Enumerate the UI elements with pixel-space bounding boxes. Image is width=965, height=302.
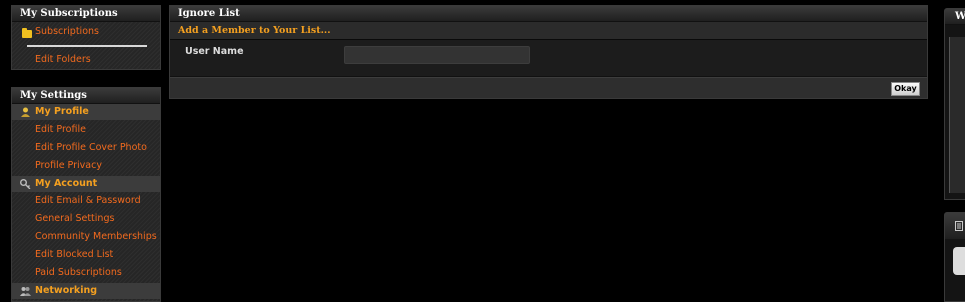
right-panel-bottom: [944, 212, 965, 302]
ignore-list-title: Ignore List: [170, 6, 927, 22]
person-icon: [21, 107, 30, 117]
right-panel-bottom-head: [945, 213, 965, 239]
section-my-profile[interactable]: My Profile: [12, 104, 160, 120]
profile-privacy-link[interactable]: Profile Privacy: [35, 160, 102, 171]
subscriptions-panel-title: My Subscriptions: [12, 6, 160, 22]
right-panel-body: [949, 37, 965, 193]
section-my-account[interactable]: My Account: [12, 176, 160, 192]
edit-folders-link[interactable]: Edit Folders: [35, 54, 91, 65]
section-label: My Account: [35, 178, 98, 189]
subscriptions-panel: My Subscriptions Subscriptions Edit Fold…: [11, 5, 161, 70]
paid-subscriptions-link[interactable]: Paid Subscriptions: [35, 267, 122, 278]
subscriptions-link[interactable]: Subscriptions: [35, 26, 99, 37]
edit-blocked-list-link[interactable]: Edit Blocked List: [35, 249, 113, 260]
edit-profile-cover-photo-link[interactable]: Edit Profile Cover Photo: [35, 142, 147, 153]
settings-panel: My Settings My Profile Edit Profile Edit…: [11, 87, 161, 302]
form-header: Add a Member to Your List...: [170, 22, 927, 40]
right-panel-title: W: [945, 9, 965, 25]
general-settings-link[interactable]: General Settings: [35, 213, 114, 224]
edit-profile-link[interactable]: Edit Profile: [35, 124, 86, 135]
community-memberships-link[interactable]: Community Memberships: [35, 231, 157, 242]
folder-icon: [22, 28, 32, 38]
okay-button[interactable]: Okay: [891, 82, 920, 96]
user-name-input[interactable]: [344, 46, 530, 64]
section-networking[interactable]: Networking: [12, 283, 160, 299]
section-label: Networking: [35, 285, 98, 296]
right-panel-top: W: [944, 8, 965, 200]
document-icon: [955, 221, 963, 231]
form-footer: Okay: [170, 77, 927, 98]
settings-panel-title: My Settings: [12, 88, 160, 104]
user-name-label: User Name: [185, 46, 244, 57]
edit-email-password-link[interactable]: Edit Email & Password: [35, 195, 141, 206]
right-panel-thumb: [953, 247, 965, 275]
section-label: My Profile: [35, 106, 89, 117]
people-icon: [20, 287, 31, 296]
ignore-list-panel: Ignore List Add a Member to Your List...…: [169, 5, 928, 99]
form-header-text: Add a Member to Your List...: [178, 25, 331, 36]
divider: [27, 45, 147, 47]
form-row: User Name: [170, 40, 927, 76]
key-icon: [20, 179, 31, 189]
